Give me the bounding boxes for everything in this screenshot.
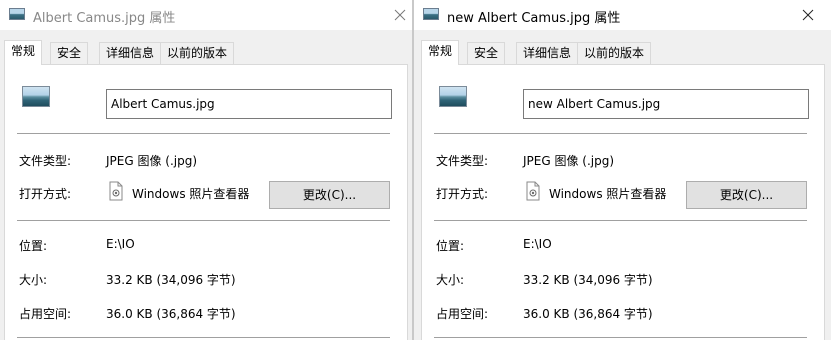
tab-previous-versions[interactable]: 以前的版本 [577,42,652,64]
properties-dialog-left: Albert Camus.jpg 属性 常规 安全 详细信息 以前的版本 Alb… [0,0,413,340]
location-label: 位置: [436,239,465,253]
open-with-label: 打开方式: [19,187,72,201]
separator [17,220,390,221]
filename-field[interactable]: new Albert Camus.jpg [523,89,809,119]
tab-previous-versions[interactable]: 以前的版本 [160,42,235,64]
file-type-value: JPEG 图像 (.jpg) [523,154,615,168]
file-type-label: 文件类型: [19,154,72,168]
file-type-label: 文件类型: [436,154,489,168]
disk-size-label: 占用空间: [436,307,489,321]
filename-field[interactable]: Albert Camus.jpg [106,89,392,119]
properties-dialog-right: new Albert Camus.jpg 属性 常规 安全 详细信息 以前的版本… [414,0,831,340]
desktop: Albert Camus.jpg 属性 常规 安全 详细信息 以前的版本 Alb… [0,0,831,340]
window-title: new Albert Camus.jpg 属性 [447,11,621,26]
tab-general[interactable]: 常规 [4,40,43,65]
general-panel: Albert Camus.jpg 文件类型: JPEG 图像 (.jpg) 打开… [4,64,408,340]
tab-details[interactable]: 详细信息 [516,42,579,64]
disk-size-value: 36.0 KB (36,864 字节) [106,307,236,321]
open-with-label: 打开方式: [436,187,489,201]
image-file-icon [9,8,25,20]
change-button[interactable]: 更改(C)... [269,181,390,209]
title-bar: new Albert Camus.jpg 属性 [414,0,831,30]
disk-size-value: 36.0 KB (36,864 字节) [523,307,653,321]
location-value: E:\IO [106,237,135,251]
location-value: E:\IO [523,237,552,251]
separator [17,133,390,134]
close-button[interactable] [390,5,410,25]
image-thumbnail-icon [22,86,50,107]
open-with-app-name: Windows 照片查看器 [132,187,250,201]
size-value: 33.2 KB (34,096 字节) [106,273,236,287]
tab-general[interactable]: 常规 [421,40,460,65]
tab-security[interactable]: 安全 [467,42,506,64]
tab-security[interactable]: 安全 [50,42,89,64]
close-button[interactable] [798,5,818,25]
size-value: 33.2 KB (34,096 字节) [523,273,653,287]
general-panel: new Albert Camus.jpg 文件类型: JPEG 图像 (.jpg… [421,64,825,340]
location-label: 位置: [19,239,48,253]
separator [434,337,807,338]
title-bar: Albert Camus.jpg 属性 [0,0,413,30]
open-with-app-name: Windows 照片查看器 [549,187,667,201]
disk-size-label: 占用空间: [19,307,72,321]
photo-viewer-icon [526,181,540,201]
file-type-value: JPEG 图像 (.jpg) [106,154,198,168]
tab-details[interactable]: 详细信息 [99,42,162,64]
window-title: Albert Camus.jpg 属性 [33,11,176,26]
close-icon[interactable] [798,5,818,25]
photo-viewer-icon [109,181,123,201]
size-label: 大小: [19,273,48,287]
change-button[interactable]: 更改(C)... [686,181,807,209]
separator [434,220,807,221]
close-icon[interactable] [390,5,410,25]
separator [434,133,807,134]
separator [17,337,390,338]
size-label: 大小: [436,273,465,287]
image-file-icon [423,8,439,20]
image-thumbnail-icon [439,86,467,107]
